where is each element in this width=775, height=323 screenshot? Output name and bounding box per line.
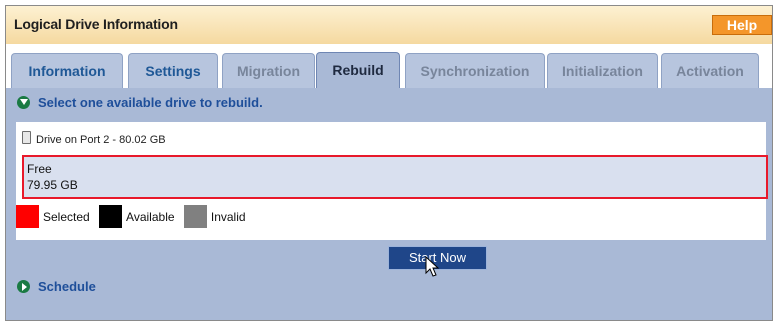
legend-invalid-label: Invalid bbox=[210, 209, 246, 224]
tab-initialization: Initialization bbox=[547, 53, 658, 89]
tab-activation: Activation bbox=[661, 53, 759, 89]
help-button[interactable]: Help bbox=[712, 15, 772, 35]
instruction-text: Select one available drive to rebuild. bbox=[38, 95, 263, 110]
chevron-down-icon bbox=[17, 96, 30, 109]
tab-settings[interactable]: Settings bbox=[128, 53, 218, 89]
segment-size: 79.95 GB bbox=[27, 178, 78, 192]
drive-title: Drive on Port 2 - 80.02 GB bbox=[22, 131, 166, 146]
page-title: Logical Drive Information bbox=[14, 16, 178, 32]
legend-available-swatch bbox=[99, 205, 123, 228]
legend-available-label: Available bbox=[126, 209, 175, 224]
legend: Selected Available Invalid bbox=[16, 205, 252, 231]
tab-bar: Information Settings Migration Rebuild S… bbox=[6, 44, 772, 90]
logical-drive-panel: Logical Drive Information Help Informati… bbox=[5, 5, 773, 321]
drive-segment-free[interactable]: Free 79.95 GB bbox=[22, 155, 768, 199]
tab-information[interactable]: Information bbox=[11, 53, 123, 89]
segment-status: Free bbox=[27, 162, 52, 176]
disk-icon bbox=[22, 131, 31, 144]
tab-rebuild[interactable]: Rebuild bbox=[316, 52, 400, 90]
tab-migration: Migration bbox=[222, 53, 315, 89]
legend-selected-label: Selected bbox=[43, 209, 90, 224]
tab-synchronization: Synchronization bbox=[405, 53, 545, 89]
rebuild-instruction: Select one available drive to rebuild. bbox=[17, 95, 263, 110]
legend-invalid-swatch bbox=[183, 205, 207, 228]
panel-header: Logical Drive Information Help bbox=[6, 6, 772, 45]
drive-title-text: Drive on Port 2 - 80.02 GB bbox=[36, 134, 166, 146]
chevron-right-icon bbox=[17, 280, 30, 293]
schedule-link[interactable]: Schedule bbox=[17, 279, 96, 294]
tab-underline bbox=[6, 88, 772, 90]
mouse-pointer-icon bbox=[425, 256, 440, 277]
schedule-label: Schedule bbox=[38, 279, 96, 294]
legend-selected-swatch bbox=[16, 205, 39, 228]
